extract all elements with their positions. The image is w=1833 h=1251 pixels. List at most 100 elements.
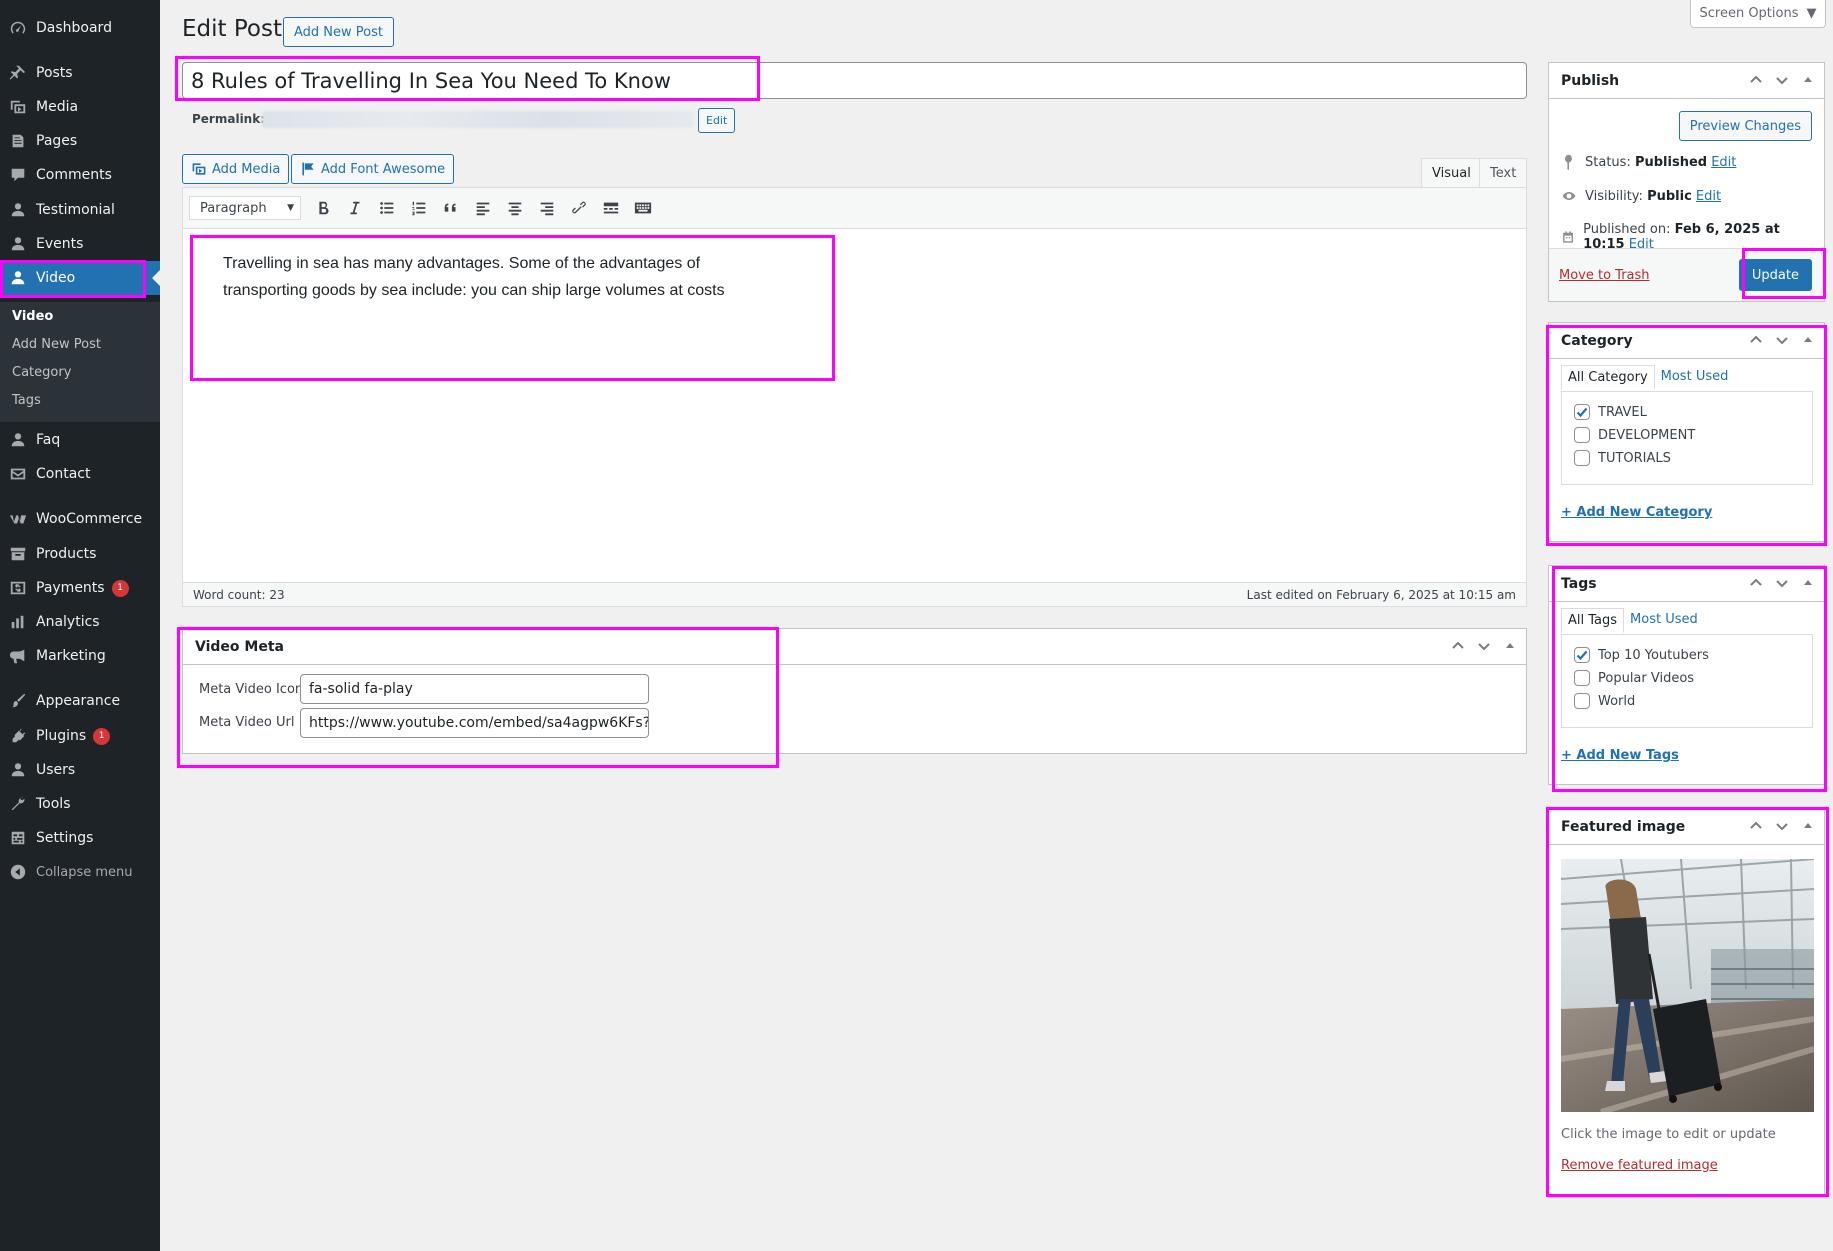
add-media-button[interactable]: Add Media [182,154,290,184]
bullet-list-icon [380,202,394,214]
submenu-tags[interactable]: Tags [12,393,41,408]
align-left-button[interactable] [469,194,497,222]
chevron-down-icon[interactable] [1774,72,1790,88]
category-item-tutorials[interactable]: TUTORIALS [1574,450,1671,466]
menu-users[interactable]: Users [0,753,160,787]
submenu-video[interactable]: Video [12,309,53,324]
chevron-up-icon[interactable] [1748,72,1764,88]
update-button[interactable]: Update [1738,259,1812,291]
category-controls [1748,332,1816,348]
menu-pages[interactable]: Pages [0,124,160,158]
visibility-edit-link[interactable]: Edit [1696,189,1721,204]
tab-all-category[interactable]: All Category [1561,365,1655,390]
format-select[interactable]: Paragraph ▼ [189,196,301,220]
collapse-triangle-icon[interactable] [1502,638,1518,654]
menu-settings[interactable]: Settings [0,821,160,855]
tab-most-used-category[interactable]: Most Used [1655,365,1735,390]
tag-item-popular-videos[interactable]: Popular Videos [1574,670,1694,686]
menu-faq[interactable]: Faq [0,423,160,457]
archive-icon [0,545,36,563]
meta-video-url-input[interactable]: https://www.youtube.com/embed/sa4agpw6KF… [300,708,649,738]
menu-tools[interactable]: Tools [0,787,160,821]
checkbox-unchecked[interactable] [1574,670,1590,686]
status-edit-link[interactable]: Edit [1711,155,1736,170]
category-item-travel[interactable]: TRAVEL [1574,404,1647,420]
checkbox-checked[interactable] [1574,647,1590,663]
preview-changes-button[interactable]: Preview Changes [1678,111,1812,141]
collapse-triangle-icon[interactable] [1800,575,1816,591]
submenu-category[interactable]: Category [12,365,71,380]
menu-comments[interactable]: Comments [0,158,160,192]
collapse-triangle-icon[interactable] [1800,332,1816,348]
add-font-awesome-button[interactable]: Add Font Awesome [291,154,455,184]
italic-button[interactable] [341,194,369,222]
bullet-list-button[interactable] [373,194,401,222]
tag-item-top-10-youtubers[interactable]: Top 10 Youtubers [1574,647,1709,663]
checkbox-unchecked[interactable] [1574,427,1590,443]
bold-icon [319,201,329,215]
collapse-triangle-icon[interactable] [1800,818,1816,834]
chevron-up-icon[interactable] [1748,332,1764,348]
chart-icon [0,613,36,631]
post-title-input[interactable]: 8 Rules of Travelling In Sea You Need To… [182,62,1527,99]
tags-header: Tags [1549,566,1824,602]
editor-content[interactable]: Travelling in sea has many advantages. S… [223,250,783,304]
featured-image-thumbnail[interactable] [1561,859,1814,1112]
read-more-icon [603,202,619,214]
menu-dashboard[interactable]: Dashboard [0,11,160,45]
screen-options-button[interactable]: Screen Options ▼ [1690,0,1826,28]
meta-video-icon-input[interactable]: fa-solid fa-play [300,674,649,704]
add-new-category-link[interactable]: + Add New Category [1561,505,1712,520]
tag-item-world[interactable]: World [1574,693,1635,709]
menu-events[interactable]: Events [0,227,160,261]
tab-all-tags[interactable]: All Tags [1561,608,1625,633]
submenu-add-new-post[interactable]: Add New Post [12,337,101,352]
collapse-triangle-icon[interactable] [1800,72,1816,88]
blockquote-button[interactable] [437,194,465,222]
remove-featured-image-link[interactable]: Remove featured image [1561,1158,1718,1173]
permalink-url-blurred[interactable] [262,111,694,128]
chevron-down-icon[interactable] [1774,575,1790,591]
add-new-post-button[interactable]: Add New Post [283,17,394,47]
tags-list: Top 10 Youtubers Popular Videos World [1561,634,1813,728]
menu-analytics[interactable]: Analytics [0,605,160,639]
align-right-button[interactable] [533,194,561,222]
align-center-button[interactable] [501,194,529,222]
chevron-up-icon[interactable] [1450,638,1466,654]
move-to-trash-link[interactable]: Move to Trash [1559,268,1650,283]
menu-label: Settings [36,830,94,846]
menu-video[interactable]: Video [0,261,160,295]
menu-payments[interactable]: Payments 1 [0,571,160,605]
wrench-icon [0,795,36,813]
bold-button[interactable] [309,194,337,222]
chevron-down-icon[interactable] [1476,638,1492,654]
checkbox-unchecked[interactable] [1574,693,1590,709]
read-more-button[interactable] [597,194,625,222]
menu-contact[interactable]: Contact [0,457,160,491]
menu-marketing[interactable]: Marketing [0,639,160,673]
insert-link-button[interactable] [565,194,593,222]
tab-visual[interactable]: Visual [1421,158,1482,187]
add-new-tags-link[interactable]: + Add New Tags [1561,748,1679,763]
woo-icon [0,510,36,528]
menu-media[interactable]: Media [0,90,160,124]
checkbox-checked[interactable] [1574,404,1590,420]
permalink-edit-button[interactable]: Edit [698,108,736,133]
chevron-up-icon[interactable] [1748,818,1764,834]
menu-posts[interactable]: Posts [0,56,160,90]
menu-appearance[interactable]: Appearance [0,684,160,718]
numbered-list-button[interactable] [405,194,433,222]
toolbar-toggle-button[interactable] [629,194,657,222]
category-item-development[interactable]: DEVELOPMENT [1574,427,1695,443]
chevron-up-icon[interactable] [1748,575,1764,591]
tab-text[interactable]: Text [1479,158,1528,187]
chevron-down-icon[interactable] [1774,332,1790,348]
menu-plugins[interactable]: Plugins 1 [0,719,160,753]
menu-testimonial[interactable]: Testimonial [0,193,160,227]
tab-most-used-tags[interactable]: Most Used [1624,608,1704,633]
collapse-menu-button[interactable]: Collapse menu [0,855,160,889]
checkbox-unchecked[interactable] [1574,450,1590,466]
menu-woocommerce[interactable]: WooCommerce [0,502,160,536]
menu-products[interactable]: Products [0,537,160,571]
chevron-down-icon[interactable] [1774,818,1790,834]
